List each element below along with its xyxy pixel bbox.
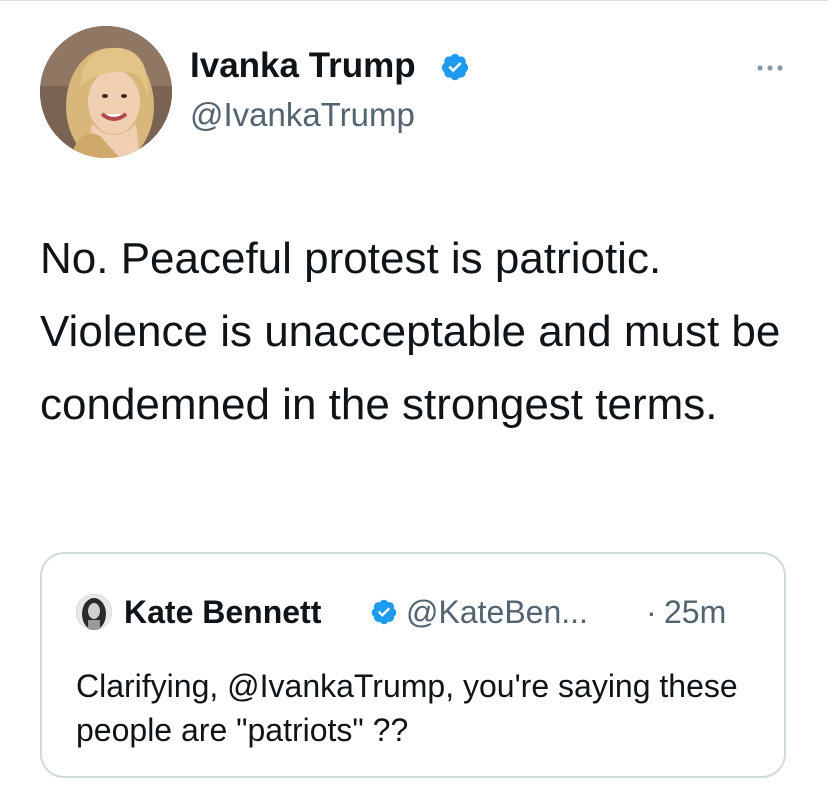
verified-badge-icon (441, 53, 469, 81)
top-divider (0, 0, 828, 1)
ellipsis-icon[interactable] (752, 58, 788, 78)
quoted-author-avatar[interactable] (76, 594, 112, 630)
quoted-tweet-text: Clarifying, @IvankaTrump, you're saying … (76, 668, 738, 748)
tweet-text: No. Peaceful protest is patriotic. Viole… (40, 234, 781, 429)
quoted-verified-badge-icon (371, 599, 397, 625)
quoted-avatar-photo-icon (76, 594, 112, 630)
quoted-tweet-card[interactable]: Kate Bennett @KateBen... · 25m Clarifyin… (40, 552, 786, 778)
quoted-timestamp: 25m (664, 594, 727, 630)
quoted-author-handle: @KateBen... (406, 594, 588, 630)
quoted-separator: · (646, 594, 657, 630)
author-handle[interactable]: @IvankaTrump (190, 93, 415, 137)
author-display-name[interactable]: Ivanka Trump (190, 44, 416, 88)
avatar-photo-icon (40, 26, 172, 158)
quoted-author-display-name: Kate Bennett (124, 594, 322, 630)
author-avatar[interactable] (40, 26, 172, 158)
